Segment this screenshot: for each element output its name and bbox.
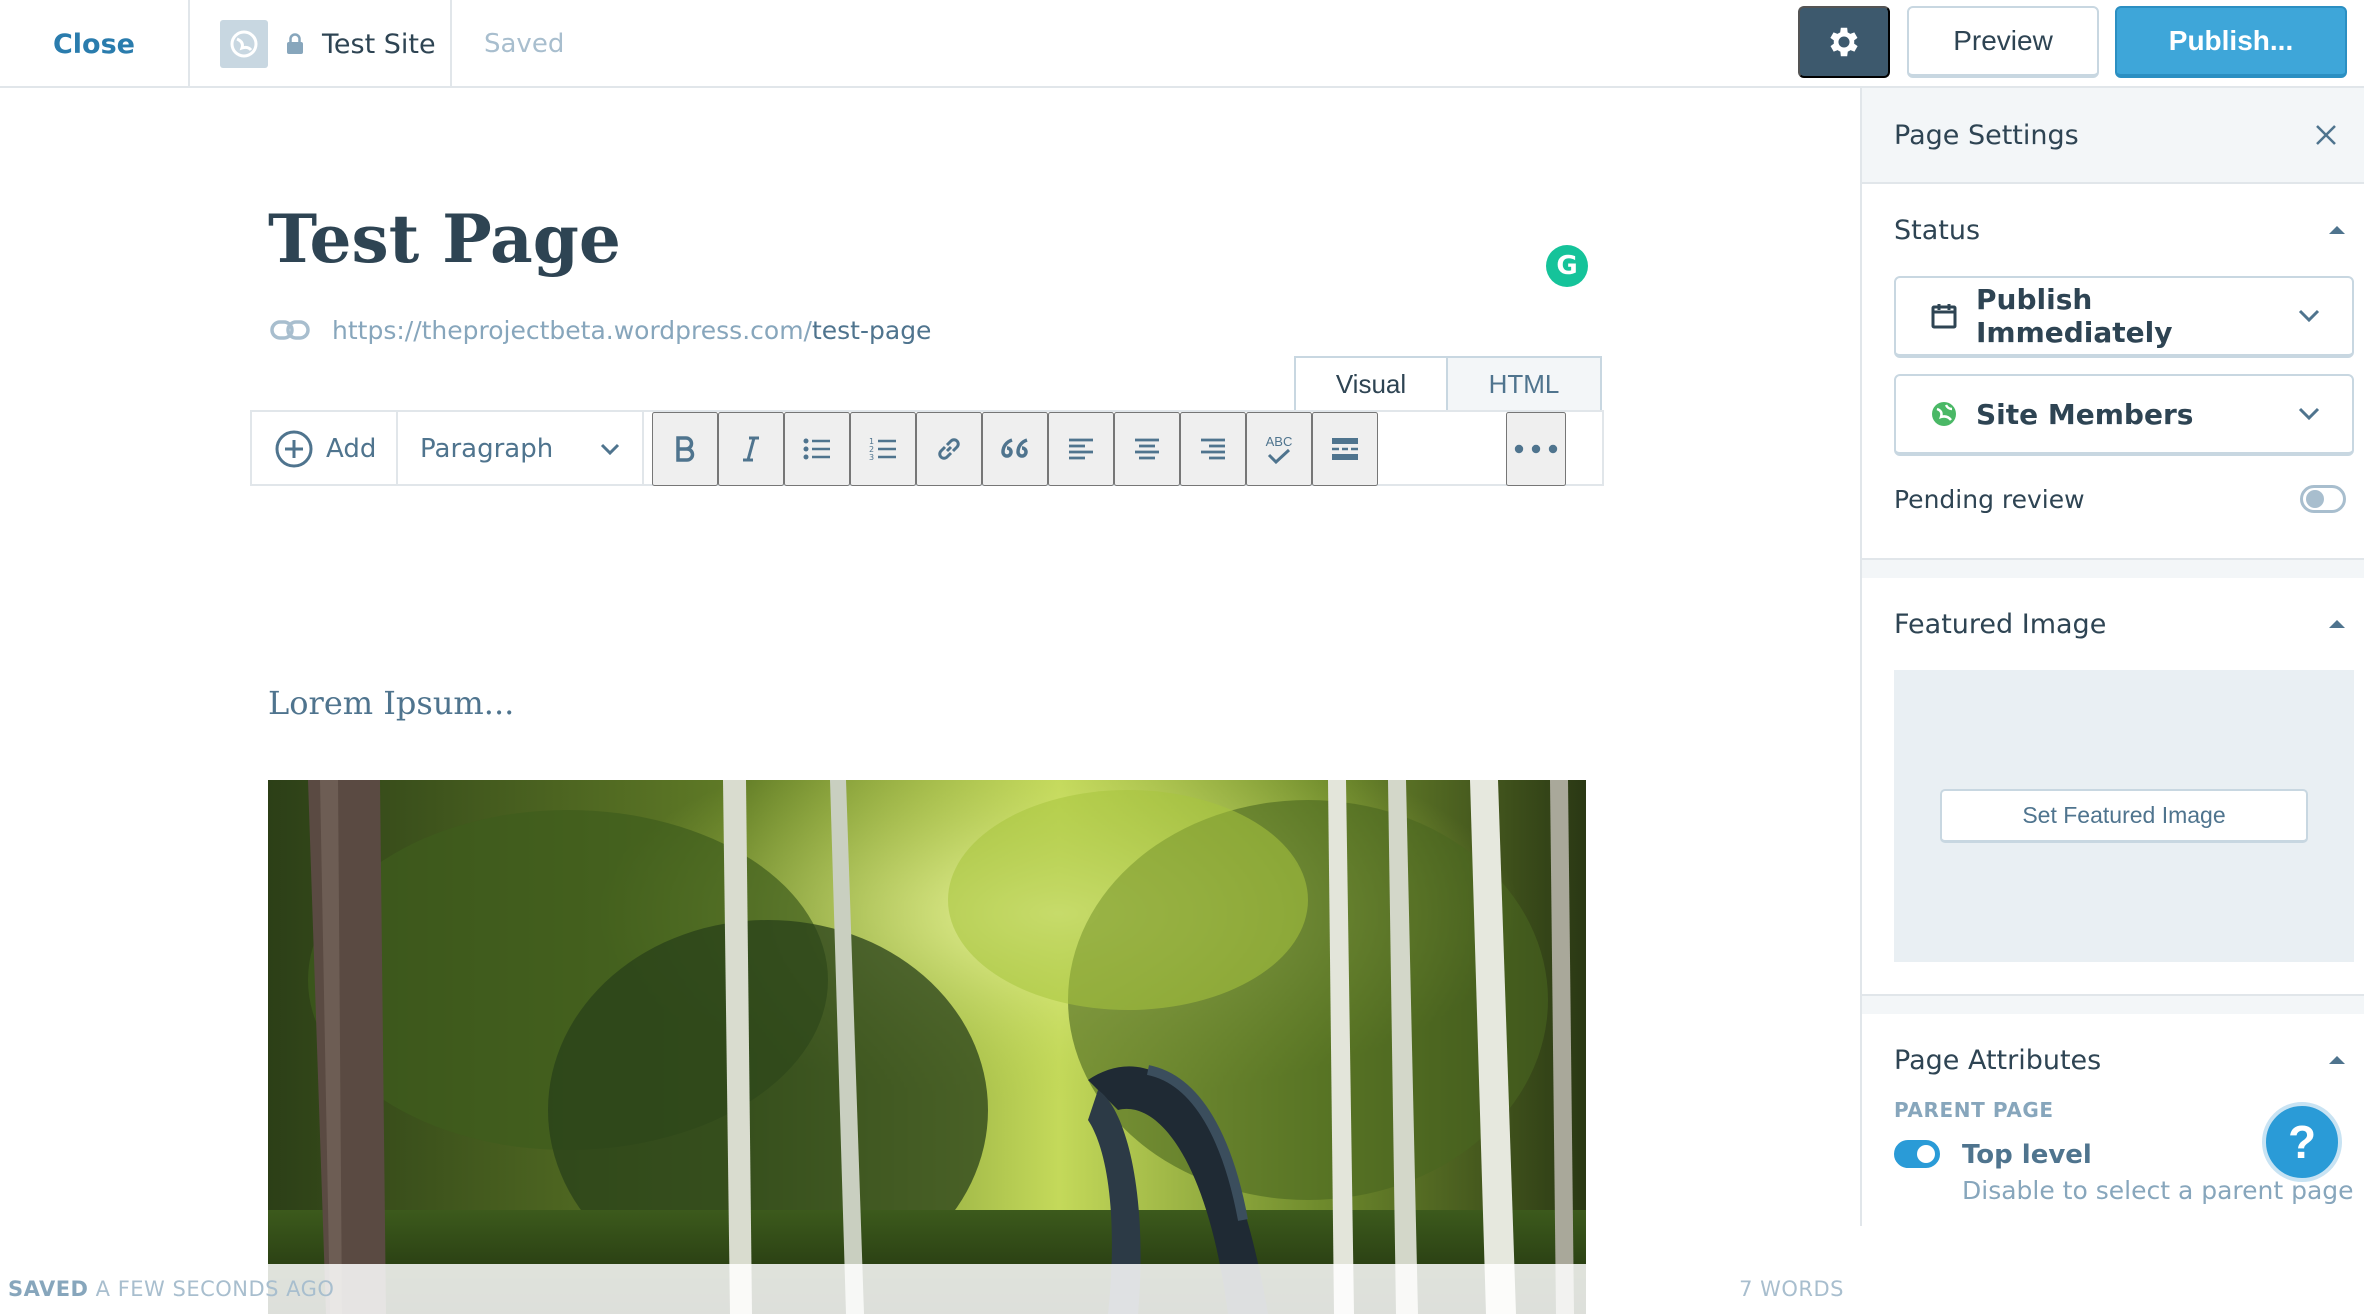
settings-button[interactable]: [1798, 6, 1890, 78]
lock-icon: [286, 33, 304, 55]
align-left-button[interactable]: [1048, 412, 1114, 486]
featured-image-title: Featured Image: [1894, 608, 2107, 640]
page-attributes-header[interactable]: Page Attributes: [1894, 1014, 2364, 1106]
top-bar: Close Test Site Saved Preview Publish...: [0, 0, 2364, 88]
page-attributes-title: Page Attributes: [1894, 1044, 2102, 1076]
word-count: 7 WORDS: [1739, 1277, 1844, 1301]
editor-status-bar: SAVED A FEW SECONDS AGO 7 WORDS: [0, 1264, 1860, 1314]
pending-review-label: Pending review: [1894, 484, 2085, 514]
site-selector[interactable]: Test Site: [190, 0, 452, 88]
tab-html[interactable]: HTML: [1448, 356, 1602, 412]
numbered-list-button[interactable]: 123: [850, 412, 916, 486]
help-icon: ?: [2287, 1116, 2317, 1168]
post-body-text[interactable]: Lorem Ipsum...: [268, 684, 514, 722]
editor-area: Test Page G https://theprojectbeta.wordp…: [0, 88, 1860, 1314]
align-left-icon: [1068, 437, 1094, 461]
status-panel-header[interactable]: Status: [1894, 184, 2364, 276]
permalink-slug[interactable]: test-page: [812, 316, 931, 345]
plus-circle-icon: [274, 429, 314, 469]
spellcheck-icon: ABC: [1265, 433, 1293, 464]
collapse-arrow-icon: [2328, 619, 2346, 629]
featured-image-header[interactable]: Featured Image: [1894, 578, 2364, 670]
permalink[interactable]: https://theprojectbeta.wordpress.com/tes…: [270, 310, 931, 350]
more-options-button[interactable]: [1506, 412, 1566, 486]
close-sidebar-button[interactable]: [2306, 115, 2346, 155]
site-name: Test Site: [322, 28, 436, 60]
publish-button[interactable]: Publish...: [2115, 6, 2347, 78]
toolbar-buttons: 123 ABC: [644, 412, 1378, 486]
bold-button[interactable]: [652, 412, 718, 486]
pending-review-row: Pending review: [1894, 472, 2364, 558]
collapse-arrow-icon: [2328, 1055, 2346, 1065]
spellcheck-text: ABC: [1265, 433, 1293, 449]
chevron-down-icon: [2298, 407, 2320, 421]
status-panel-title: Status: [1894, 214, 1981, 246]
gear-icon: [1825, 23, 1863, 61]
page-settings-sidebar: Page Settings Status Publish Immediately…: [1860, 88, 2364, 1226]
svg-text:3: 3: [869, 453, 874, 462]
publish-date-dropdown[interactable]: Publish Immediately: [1894, 276, 2354, 358]
toggle-knob: [1917, 1145, 1935, 1163]
tab-visual[interactable]: Visual: [1294, 356, 1448, 412]
ellipsis-icon: [1514, 444, 1558, 454]
read-more-icon: [1331, 436, 1359, 462]
pending-review-toggle[interactable]: [2300, 485, 2346, 513]
italic-icon: [741, 436, 761, 462]
visibility-dropdown[interactable]: Site Members: [1894, 374, 2354, 456]
align-right-button[interactable]: [1180, 412, 1246, 486]
collapse-arrow-icon: [2328, 225, 2346, 235]
read-more-button[interactable]: [1312, 412, 1378, 486]
set-featured-image-button[interactable]: Set Featured Image: [1940, 789, 2308, 843]
close-icon: [2314, 123, 2338, 147]
sidebar-title: Page Settings: [1894, 119, 2079, 151]
align-center-button[interactable]: [1114, 412, 1180, 486]
site-globe-icon: [220, 20, 268, 68]
blockquote-button[interactable]: [982, 412, 1048, 486]
bullet-list-icon: [803, 437, 831, 461]
add-media-button[interactable]: Add: [252, 412, 398, 486]
globe-icon: [1930, 400, 1958, 428]
status-panel: Status Publish Immediately Site Members …: [1862, 184, 2364, 560]
save-status: Saved: [484, 29, 565, 59]
save-timestamp: SAVED A FEW SECONDS AGO: [8, 1277, 334, 1301]
saved-rest: A FEW SECONDS AGO: [88, 1277, 335, 1301]
permalink-base: https://theprojectbeta.wordpress.com/: [332, 315, 812, 345]
chevron-down-icon: [600, 443, 620, 455]
link-icon: [934, 434, 964, 464]
calendar-icon: [1930, 302, 1958, 330]
sidebar-header: Page Settings: [1862, 88, 2364, 184]
post-image-forest[interactable]: [268, 780, 1586, 1314]
toggle-knob: [2306, 490, 2324, 508]
close-button[interactable]: Close: [0, 0, 190, 88]
link-icon: [270, 319, 310, 341]
grammarly-icon[interactable]: G: [1546, 245, 1588, 287]
saved-strong: SAVED: [8, 1277, 89, 1301]
numbered-list-icon: 123: [869, 436, 897, 462]
chevron-down-icon: [2298, 309, 2320, 323]
spellcheck-button[interactable]: ABC: [1246, 412, 1312, 486]
preview-button[interactable]: Preview: [1907, 6, 2099, 78]
featured-image-dropzone[interactable]: Set Featured Image: [1894, 670, 2354, 962]
paragraph-format-select[interactable]: Paragraph: [398, 412, 644, 486]
align-right-icon: [1200, 437, 1226, 461]
page-title-input[interactable]: Test Page: [268, 200, 621, 278]
align-center-icon: [1134, 437, 1160, 461]
add-label: Add: [326, 434, 377, 464]
visibility-value: Site Members: [1976, 397, 2194, 431]
italic-button[interactable]: [718, 412, 784, 486]
bold-icon: [674, 436, 696, 462]
bullet-list-button[interactable]: [784, 412, 850, 486]
help-button[interactable]: ?: [2262, 1102, 2342, 1182]
format-value: Paragraph: [420, 434, 554, 464]
insert-link-button[interactable]: [916, 412, 982, 486]
top-level-toggle[interactable]: [1894, 1140, 1940, 1168]
quote-icon: [1000, 438, 1030, 460]
formatting-toolbar: Add Paragraph 123 ABC: [250, 410, 1604, 486]
publish-date-value: Publish Immediately: [1976, 283, 2173, 349]
editor-mode-tabs: Visual HTML: [1294, 356, 1602, 412]
featured-image-panel: Featured Image Set Featured Image: [1862, 578, 2364, 996]
